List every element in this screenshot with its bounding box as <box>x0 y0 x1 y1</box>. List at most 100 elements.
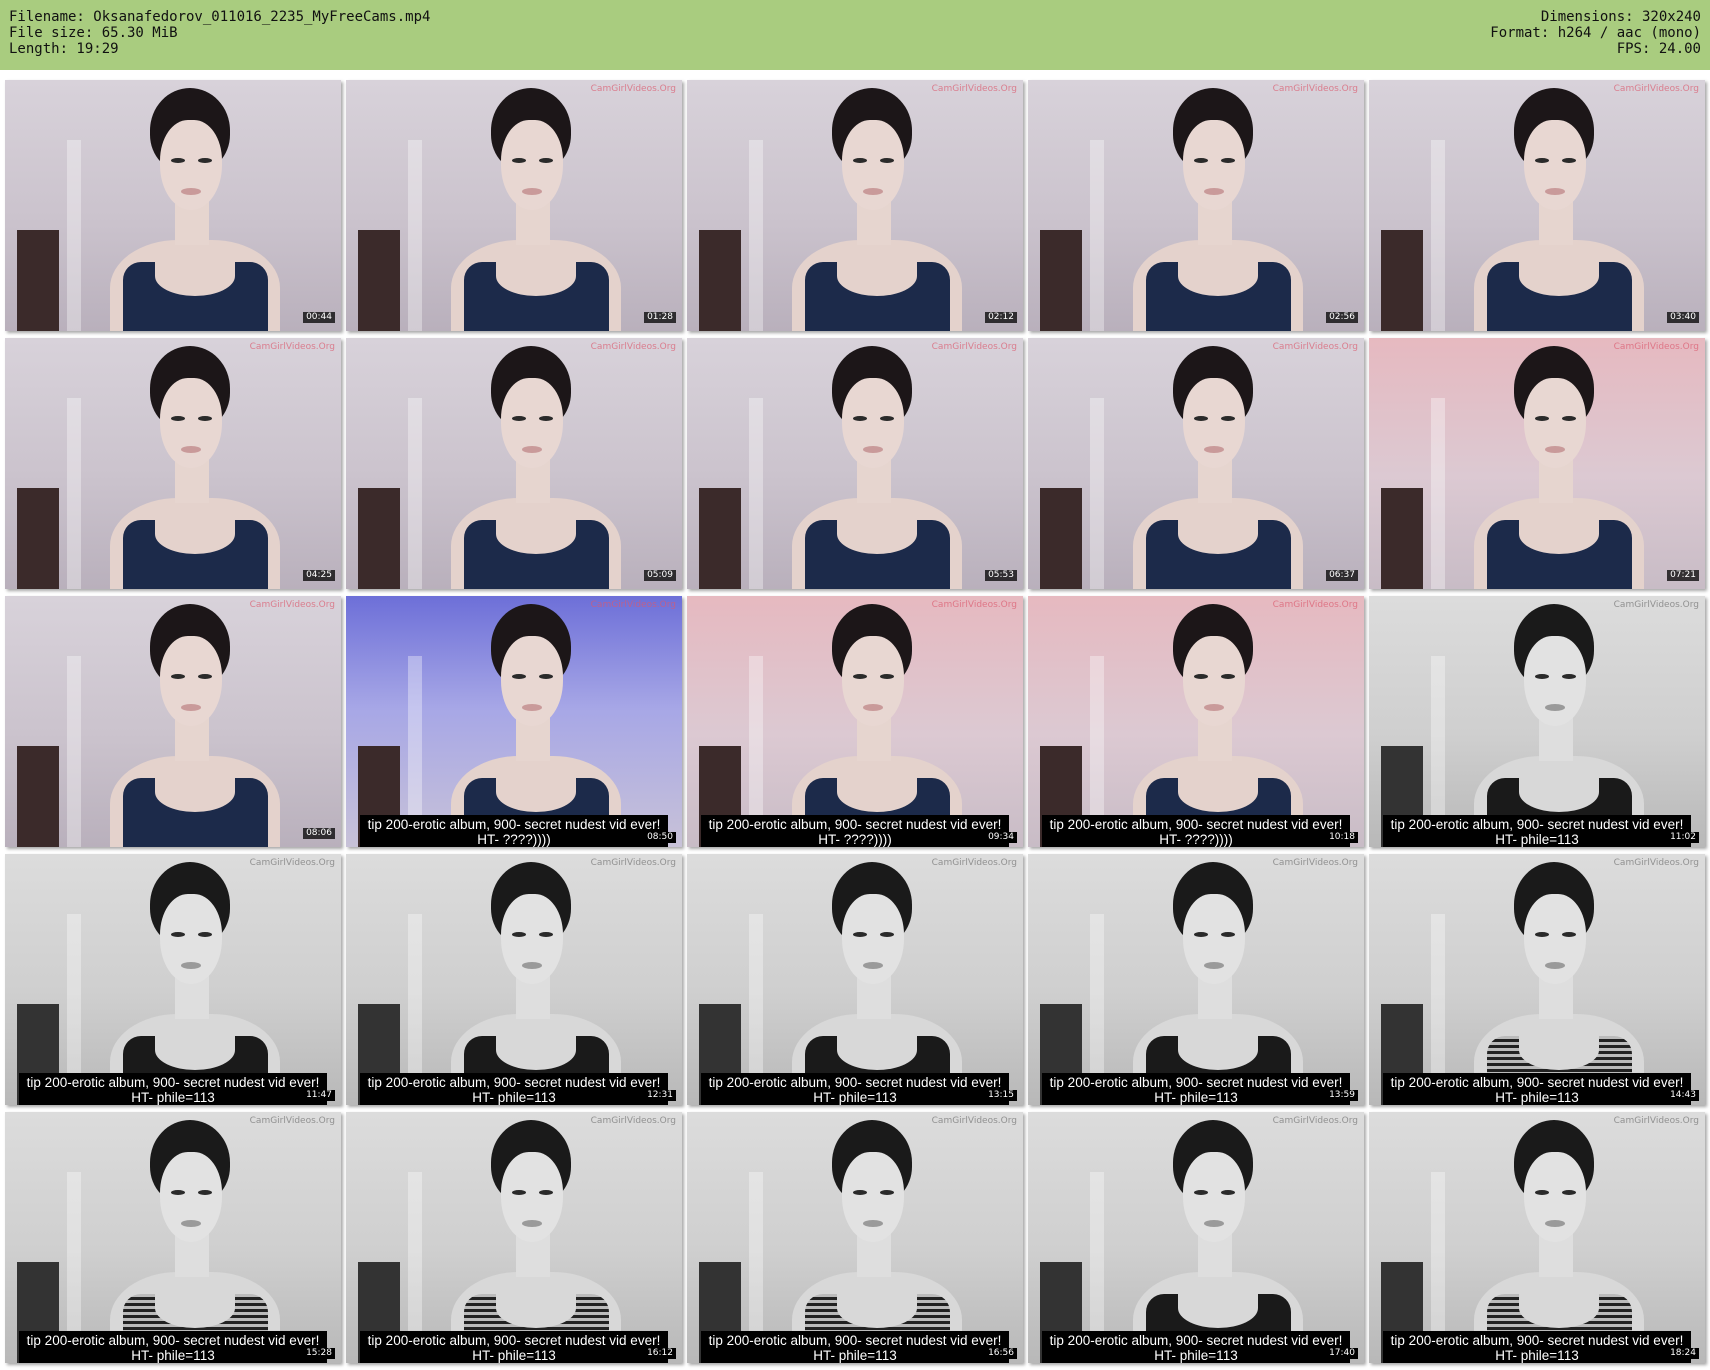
frame-lips <box>1204 446 1224 453</box>
watermark-text: CamGirlVideos.Org <box>1272 84 1358 94</box>
frame-eye <box>171 416 185 421</box>
frame-neckline <box>1178 256 1258 296</box>
frame-lips <box>1545 1220 1565 1227</box>
video-thumbnail[interactable]: CamGirlVideos.Org 01:28 <box>346 80 682 331</box>
video-thumbnail[interactable]: CamGirlVideos.Org tip 200-erotic album, 9… <box>346 854 682 1105</box>
frame-face <box>1183 1152 1245 1242</box>
frame-lips <box>181 962 201 969</box>
filesize-label: File size: 65.30 MiB <box>9 25 178 41</box>
watermark-text: CamGirlVideos.Org <box>931 84 1017 94</box>
video-thumbnail[interactable]: CamGirlVideos.Org tip 200-erotic album, 9… <box>346 596 682 847</box>
watermark-text: CamGirlVideos.Org <box>1613 600 1699 610</box>
video-thumbnail[interactable]: CamGirlVideos.Org 04:25 <box>5 338 341 589</box>
video-thumbnail[interactable]: CamGirlVideos.Org tip 200-erotic album, 9… <box>1369 1112 1705 1363</box>
video-thumbnail[interactable]: CamGirlVideos.Org tip 200-erotic album, 9… <box>1028 596 1364 847</box>
frame-face <box>1524 894 1586 984</box>
frame-eye <box>1562 674 1576 679</box>
frame-eye <box>539 416 553 421</box>
video-thumbnail[interactable]: CamGirlVideos.Org 06:37 <box>1028 338 1364 589</box>
frame-door <box>17 488 59 589</box>
thumbnail-timestamp: 02:56 <box>1326 312 1358 323</box>
filename-label: Filename: Oksanafedorov_011016_2235_MyFr… <box>9 9 431 25</box>
frame-face <box>501 1152 563 1242</box>
frame-face <box>842 120 904 210</box>
thumbnail-timestamp: 03:40 <box>1667 312 1699 323</box>
video-thumbnail[interactable]: CamGirlVideos.Org 08:06 <box>5 596 341 847</box>
thumbnail-timestamp: 11:47 <box>303 1090 335 1101</box>
frame-eye <box>512 932 526 937</box>
watermark-text: CamGirlVideos.Org <box>590 600 676 610</box>
video-thumbnail[interactable]: CamGirlVideos.Org 05:53 <box>687 338 1023 589</box>
frame-eye <box>1535 158 1549 163</box>
video-thumbnail[interactable]: CamGirlVideos.Org 05:09 <box>346 338 682 589</box>
thumbnail-timestamp: 08:06 <box>303 828 335 839</box>
thumbnail-timestamp: 13:15 <box>985 1090 1017 1101</box>
frame-pillar <box>408 398 422 589</box>
video-thumbnail[interactable]: CamGirlVideos.Org 03:40 <box>1369 80 1705 331</box>
frame-eye <box>512 416 526 421</box>
frame-neckline <box>1519 514 1599 554</box>
video-thumbnail[interactable]: CamGirlVideos.Org tip 200-erotic album, 9… <box>1369 596 1705 847</box>
frame-eye <box>880 416 894 421</box>
thumbnail-timestamp: 18:24 <box>1667 1348 1699 1359</box>
watermark-text: CamGirlVideos.Org <box>1613 84 1699 94</box>
video-thumbnail[interactable]: CamGirlVideos.Org tip 200-erotic album, 9… <box>1369 854 1705 1105</box>
watermark-text: CamGirlVideos.Org <box>590 858 676 868</box>
frame-lips <box>863 446 883 453</box>
frame-lips <box>1204 188 1224 195</box>
video-thumbnail[interactable]: CamGirlVideos.Org tip 200-erotic album, 9… <box>1028 854 1364 1105</box>
video-thumbnail[interactable]: CamGirlVideos.Org tip 200-erotic album, 9… <box>346 1112 682 1363</box>
video-thumbnail[interactable]: 00:44 <box>5 80 341 331</box>
frame-pillar <box>1431 398 1445 589</box>
stream-caption: tip 200-erotic album, 900- secret nudest… <box>360 815 668 847</box>
frame-neckline <box>837 1288 917 1328</box>
frame-neckline <box>1178 772 1258 812</box>
thumbnail-grid: 00:44 CamGirlVideos.Org 01:28 CamGirlVideos… <box>5 80 1705 1363</box>
frame-face <box>842 1152 904 1242</box>
frame-face <box>160 636 222 726</box>
video-thumbnail[interactable]: CamGirlVideos.Org tip 200-erotic album, 9… <box>687 596 1023 847</box>
frame-pillar <box>749 398 763 589</box>
watermark-text: CamGirlVideos.Org <box>1272 858 1358 868</box>
frame-eye <box>1194 674 1208 679</box>
frame-lips <box>181 704 201 711</box>
frame-pillar <box>1090 398 1104 589</box>
watermark-text: CamGirlVideos.Org <box>249 600 335 610</box>
frame-face <box>160 120 222 210</box>
frame-eye <box>512 1190 526 1195</box>
frame-door <box>1381 488 1423 589</box>
frame-lips <box>1545 704 1565 711</box>
frame-lips <box>863 188 883 195</box>
frame-eye <box>512 158 526 163</box>
video-thumbnail[interactable]: CamGirlVideos.Org 02:12 <box>687 80 1023 331</box>
frame-eye <box>198 674 212 679</box>
video-thumbnail[interactable]: CamGirlVideos.Org 07:21 <box>1369 338 1705 589</box>
watermark-text: CamGirlVideos.Org <box>931 1116 1017 1126</box>
frame-lips <box>1204 704 1224 711</box>
frame-eye <box>1535 1190 1549 1195</box>
frame-neckline <box>496 772 576 812</box>
frame-eye <box>198 1190 212 1195</box>
dimensions-label: Dimensions: 320x240 <box>1540 9 1701 25</box>
frame-neckline <box>496 1288 576 1328</box>
frame-face <box>1183 636 1245 726</box>
frame-pillar <box>1090 140 1104 331</box>
frame-eye <box>1562 158 1576 163</box>
frame-door <box>358 488 400 589</box>
video-thumbnail[interactable]: CamGirlVideos.Org tip 200-erotic album, 9… <box>687 854 1023 1105</box>
video-thumbnail[interactable]: CamGirlVideos.Org tip 200-erotic album, 9… <box>5 1112 341 1363</box>
stream-caption: tip 200-erotic album, 900- secret nudest… <box>1383 1331 1691 1363</box>
video-thumbnail[interactable]: CamGirlVideos.Org tip 200-erotic album, 9… <box>1028 1112 1364 1363</box>
frame-door <box>17 746 59 847</box>
frame-pillar <box>67 140 81 331</box>
watermark-text: CamGirlVideos.Org <box>1272 600 1358 610</box>
video-thumbnail[interactable]: CamGirlVideos.Org 02:56 <box>1028 80 1364 331</box>
frame-face <box>1183 378 1245 468</box>
video-thumbnail[interactable]: CamGirlVideos.Org tip 200-erotic album, 9… <box>687 1112 1023 1363</box>
frame-eye <box>1535 416 1549 421</box>
stream-caption: tip 200-erotic album, 900- secret nudest… <box>701 1331 1009 1363</box>
watermark-text: CamGirlVideos.Org <box>590 342 676 352</box>
video-thumbnail[interactable]: CamGirlVideos.Org tip 200-erotic album, 9… <box>5 854 341 1105</box>
thumbnail-timestamp: 11:02 <box>1667 832 1699 843</box>
frame-lips <box>1545 962 1565 969</box>
